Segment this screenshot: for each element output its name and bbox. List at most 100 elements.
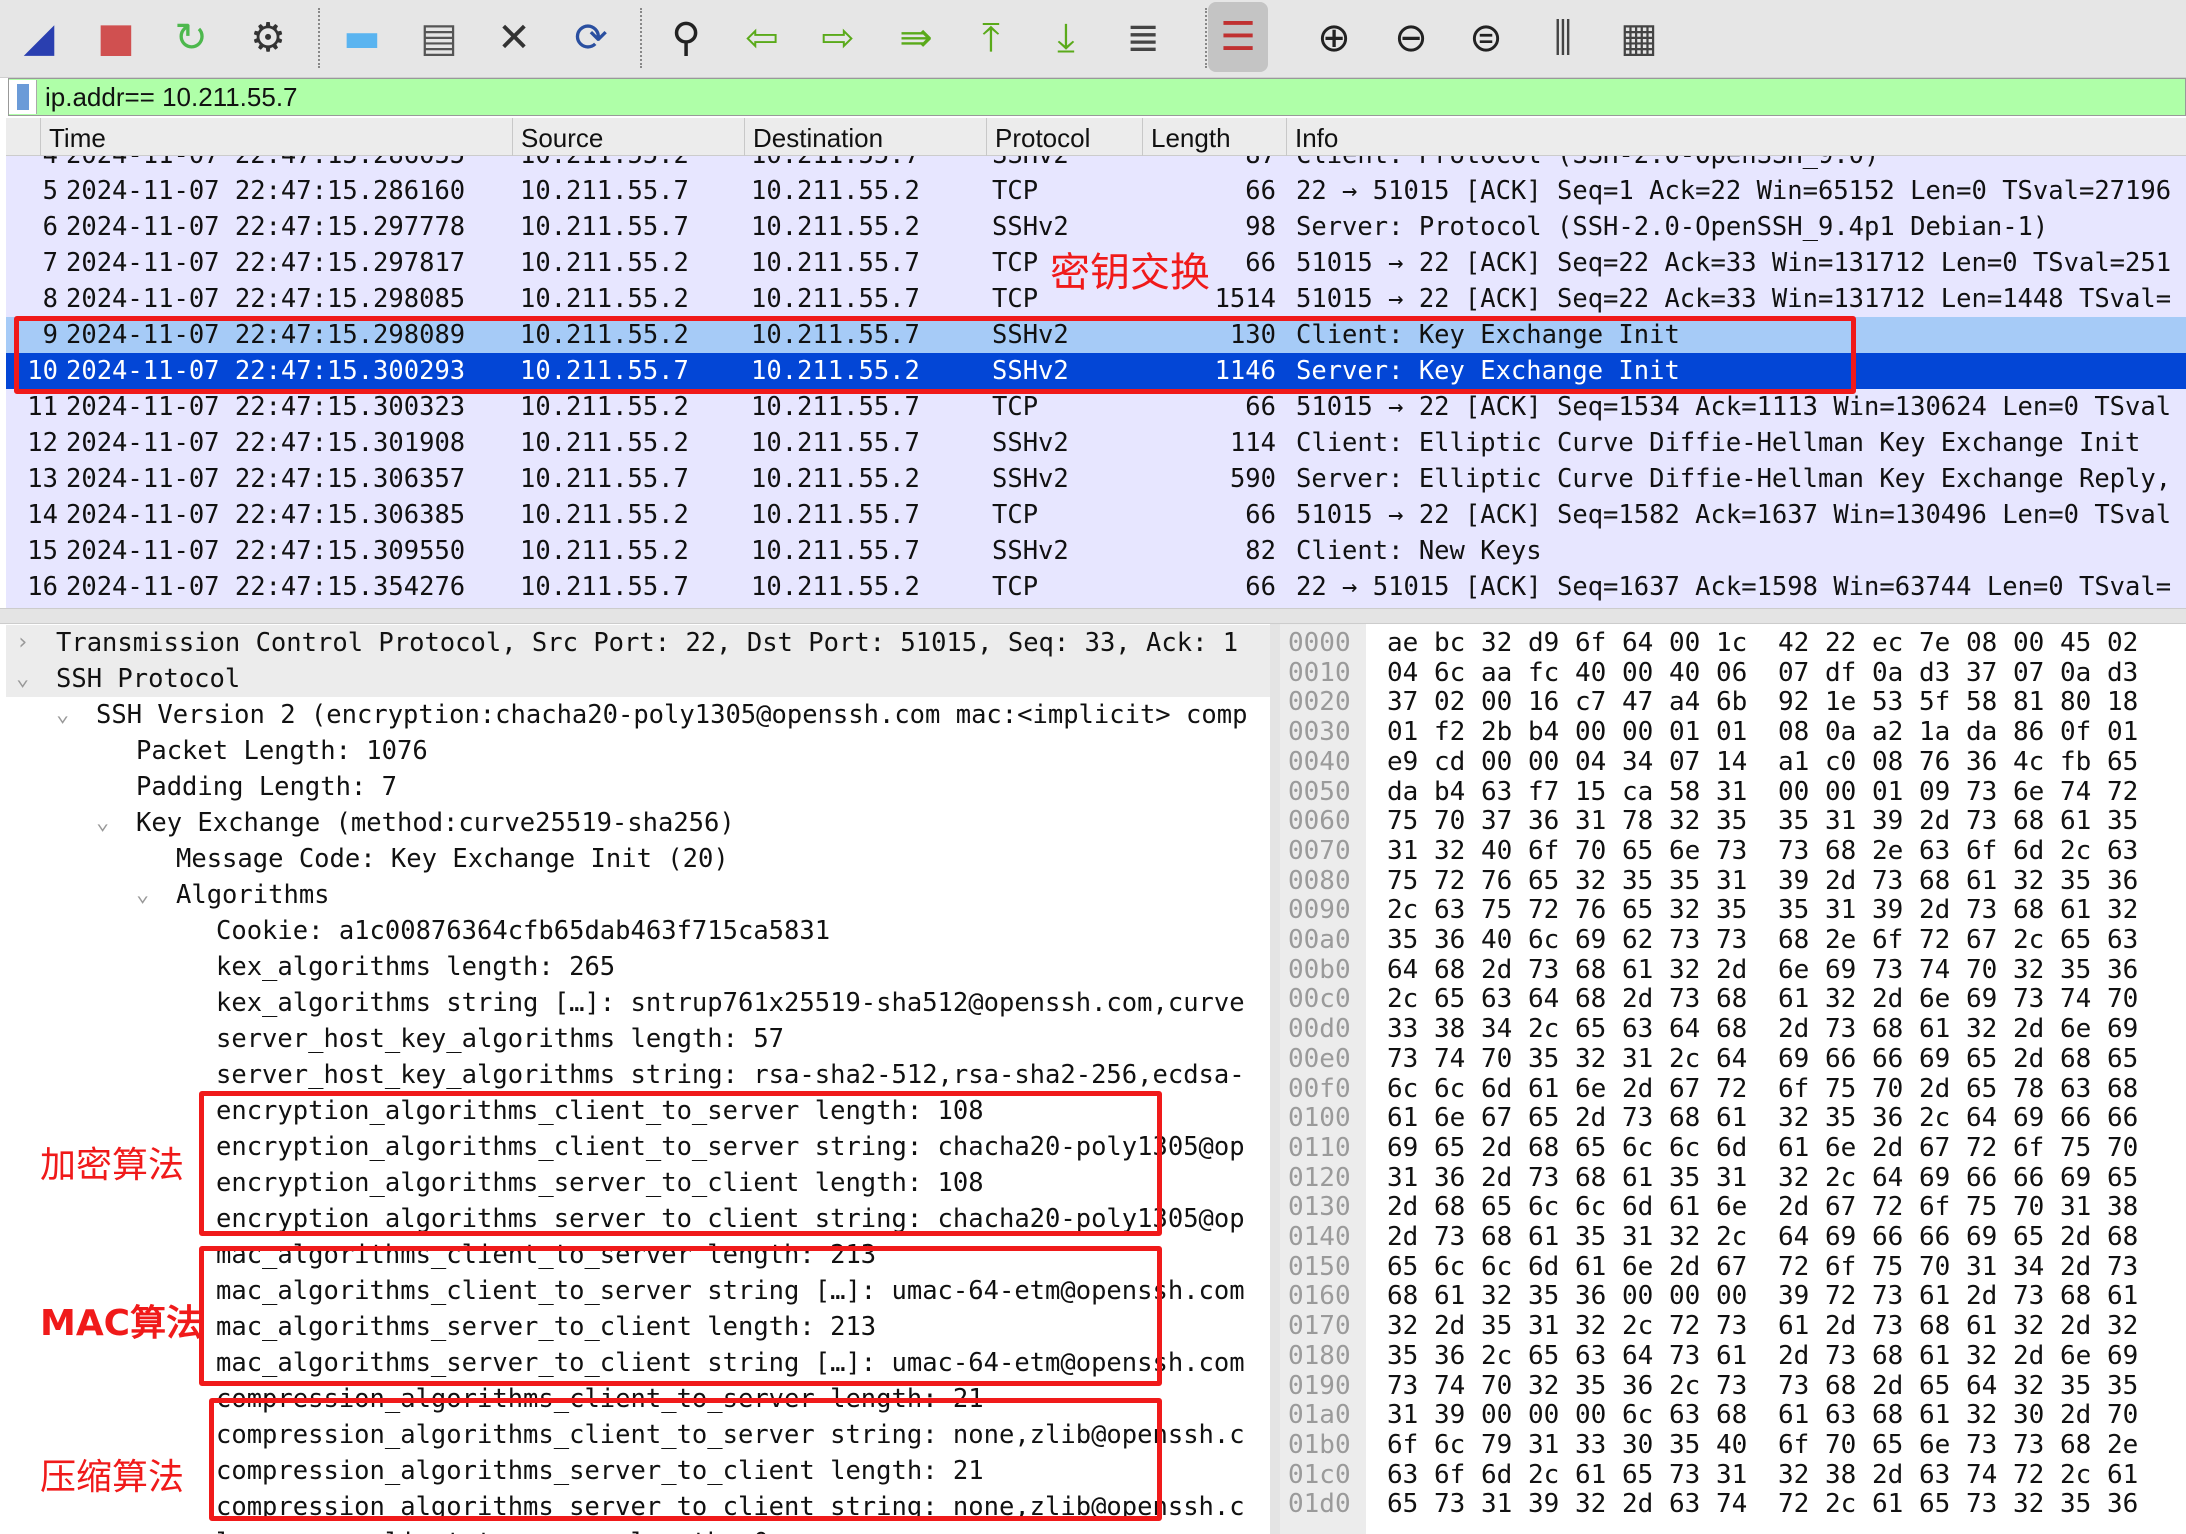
hex-byte[interactable]: 40 <box>1669 658 1700 688</box>
hex-byte[interactable]: 75 <box>1825 1074 1856 1104</box>
hex-row[interactable]: 0090 2c 63 75 72 76 65 32 35 35 31 39 2d 73 68 61 32 <box>1280 895 2186 925</box>
go-forward-icon[interactable]: ⇨ <box>808 8 868 68</box>
hex-byte[interactable]: 68 <box>1919 1311 1950 1341</box>
hex-byte[interactable]: 6c <box>1434 1430 1465 1460</box>
first-packet-icon[interactable]: ⤒ <box>961 8 1021 68</box>
hex-byte[interactable]: a1 <box>1778 747 1809 777</box>
hex-row[interactable]: 00b0 64 68 2d 73 68 61 32 2d 6e 69 73 74 70 32 35 36 <box>1280 955 2186 985</box>
hex-byte[interactable]: 63 <box>1825 1400 1856 1430</box>
detail-line[interactable]: kex_algorithms length: 265 <box>6 949 1270 985</box>
hex-byte[interactable]: 31 <box>1716 1163 1747 1193</box>
hex-byte[interactable]: 65 <box>2060 925 2091 955</box>
hex-byte[interactable]: 73 <box>1669 1460 1700 1490</box>
hex-byte[interactable]: 31 <box>1716 866 1747 896</box>
hex-byte[interactable]: 31 <box>1387 1400 1418 1430</box>
hex-byte[interactable]: 66 <box>2060 1103 2091 1133</box>
hex-byte[interactable]: ae <box>1387 628 1418 658</box>
hex-byte[interactable]: 73 <box>1716 836 1747 866</box>
hex-byte[interactable]: a4 <box>1669 687 1700 717</box>
hex-byte[interactable]: 76 <box>1919 747 1950 777</box>
hex-byte[interactable]: 36 <box>1528 806 1559 836</box>
hex-byte[interactable]: 6d <box>1622 1192 1653 1222</box>
hex-byte[interactable]: 6d <box>1528 1252 1559 1282</box>
hex-byte[interactable]: 65 <box>1622 1460 1653 1490</box>
hex-byte[interactable]: 6f <box>1778 1430 1809 1460</box>
hex-byte[interactable]: 61 <box>1622 955 1653 985</box>
hex-byte[interactable]: 35 <box>2060 955 2091 985</box>
hex-byte[interactable]: 0a <box>1872 658 1903 688</box>
hex-byte[interactable]: 30 <box>1622 1430 1653 1460</box>
hex-byte[interactable]: 2d <box>2060 1222 2091 1252</box>
hex-byte[interactable]: 68 <box>1575 1163 1606 1193</box>
hex-byte[interactable]: 63 <box>1919 836 1950 866</box>
detail-line[interactable]: Padding Length: 7 <box>6 769 1270 805</box>
hex-byte[interactable]: 73 <box>1622 1103 1653 1133</box>
hex-byte[interactable]: 69 <box>1919 1163 1950 1193</box>
hex-byte[interactable]: 68 <box>1575 984 1606 1014</box>
hex-byte[interactable]: 63 <box>2060 1074 2091 1104</box>
hex-byte[interactable]: 35 <box>1387 925 1418 955</box>
detail-line[interactable]: ⌄ SSH Protocol <box>6 661 1270 697</box>
hex-byte[interactable]: 37 <box>1966 658 1997 688</box>
hex-byte[interactable]: 2d <box>1825 866 1856 896</box>
hex-byte[interactable]: 68 <box>2013 806 2044 836</box>
hex-byte[interactable]: 63 <box>1387 1460 1418 1490</box>
hex-byte[interactable]: 31 <box>1481 1489 1512 1519</box>
hex-byte[interactable]: 65 <box>1622 895 1653 925</box>
hex-byte[interactable]: 65 <box>2107 747 2138 777</box>
column-header-source[interactable]: Source <box>512 118 603 156</box>
hex-byte[interactable]: 36 <box>1575 1281 1606 1311</box>
hex-byte[interactable]: 6c <box>1622 1133 1653 1163</box>
hex-byte[interactable]: 35 <box>1481 1311 1512 1341</box>
hex-byte[interactable]: 36 <box>1622 1371 1653 1401</box>
column-header-info[interactable]: Info <box>1286 118 1338 156</box>
hex-byte[interactable]: 68 <box>1481 1222 1512 1252</box>
hex-byte[interactable]: 73 <box>1825 1341 1856 1371</box>
hex-byte[interactable]: 2d <box>1919 806 1950 836</box>
hex-byte[interactable]: 6f <box>1919 1192 1950 1222</box>
hex-byte[interactable]: 32 <box>1575 1489 1606 1519</box>
hex-row[interactable]: 0080 75 72 76 65 32 35 35 31 39 2d 73 68 61 32 35 36 <box>1280 866 2186 896</box>
hex-byte[interactable]: 65 <box>1966 1074 1997 1104</box>
hex-byte[interactable]: 31 <box>1575 806 1606 836</box>
chevron-down-icon[interactable]: ⌄ <box>56 697 69 733</box>
hex-byte[interactable]: 0a <box>1825 717 1856 747</box>
hex-byte[interactable]: 2d <box>2060 1252 2091 1282</box>
hex-byte[interactable]: 2e <box>1825 925 1856 955</box>
hex-byte[interactable]: 64 <box>1387 955 1418 985</box>
chevron-down-icon[interactable]: ⌄ <box>136 877 149 913</box>
hex-byte[interactable]: 15 <box>1575 777 1606 807</box>
hex-byte[interactable]: 72 <box>1966 1133 1997 1163</box>
hex-byte[interactable]: 65 <box>2013 1222 2044 1252</box>
hex-byte[interactable]: 35 <box>1575 1222 1606 1252</box>
hex-byte[interactable]: 70 <box>2107 1400 2138 1430</box>
hex-byte[interactable]: 73 <box>2013 984 2044 1014</box>
hex-byte[interactable]: 2d <box>1622 1489 1653 1519</box>
hex-byte[interactable]: 61 <box>1919 1400 1950 1430</box>
packet-row[interactable]: 5 2024-11-07 22:47:15.286160 10.211.55.7 10… <box>6 173 2186 209</box>
hex-byte[interactable]: 73 <box>1966 895 1997 925</box>
hex-byte[interactable]: 32 <box>2013 1311 2044 1341</box>
hex-byte[interactable]: 76 <box>1481 866 1512 896</box>
hex-byte[interactable]: 72 <box>1778 1489 1809 1519</box>
hex-byte[interactable]: 2d <box>1778 1341 1809 1371</box>
hex-byte[interactable]: 61 <box>1387 1103 1418 1133</box>
hex-byte[interactable]: 01 <box>1387 717 1418 747</box>
packet-row[interactable]: 16 2024-11-07 22:47:15.354276 10.211.55.7 1… <box>6 569 2186 605</box>
hex-byte[interactable]: 73 <box>2013 1281 2044 1311</box>
hex-byte[interactable]: 2e <box>2107 1430 2138 1460</box>
hex-byte[interactable]: 4c <box>2013 747 2044 777</box>
hex-byte[interactable]: 68 <box>1825 1371 1856 1401</box>
detail-line[interactable]: › Transmission Control Protocol, Src Port… <box>6 625 1270 661</box>
hex-byte[interactable]: 73 <box>1716 925 1747 955</box>
hex-byte[interactable]: 53 <box>1872 687 1903 717</box>
hex-byte[interactable]: 31 <box>1716 1460 1747 1490</box>
hex-byte[interactable]: 73 <box>1778 836 1809 866</box>
hex-byte[interactable]: 61 <box>1434 1281 1465 1311</box>
hex-byte[interactable]: 61 <box>2107 1460 2138 1490</box>
hex-byte[interactable]: 08 <box>1966 628 1997 658</box>
hex-byte[interactable]: 36 <box>1966 747 1997 777</box>
hex-byte[interactable]: 65 <box>2107 1044 2138 1074</box>
hex-row[interactable]: 0100 61 6e 67 65 2d 73 68 61 32 35 36 2c 64 69 66 66 <box>1280 1103 2186 1133</box>
hex-byte[interactable]: 61 <box>1919 1014 1950 1044</box>
